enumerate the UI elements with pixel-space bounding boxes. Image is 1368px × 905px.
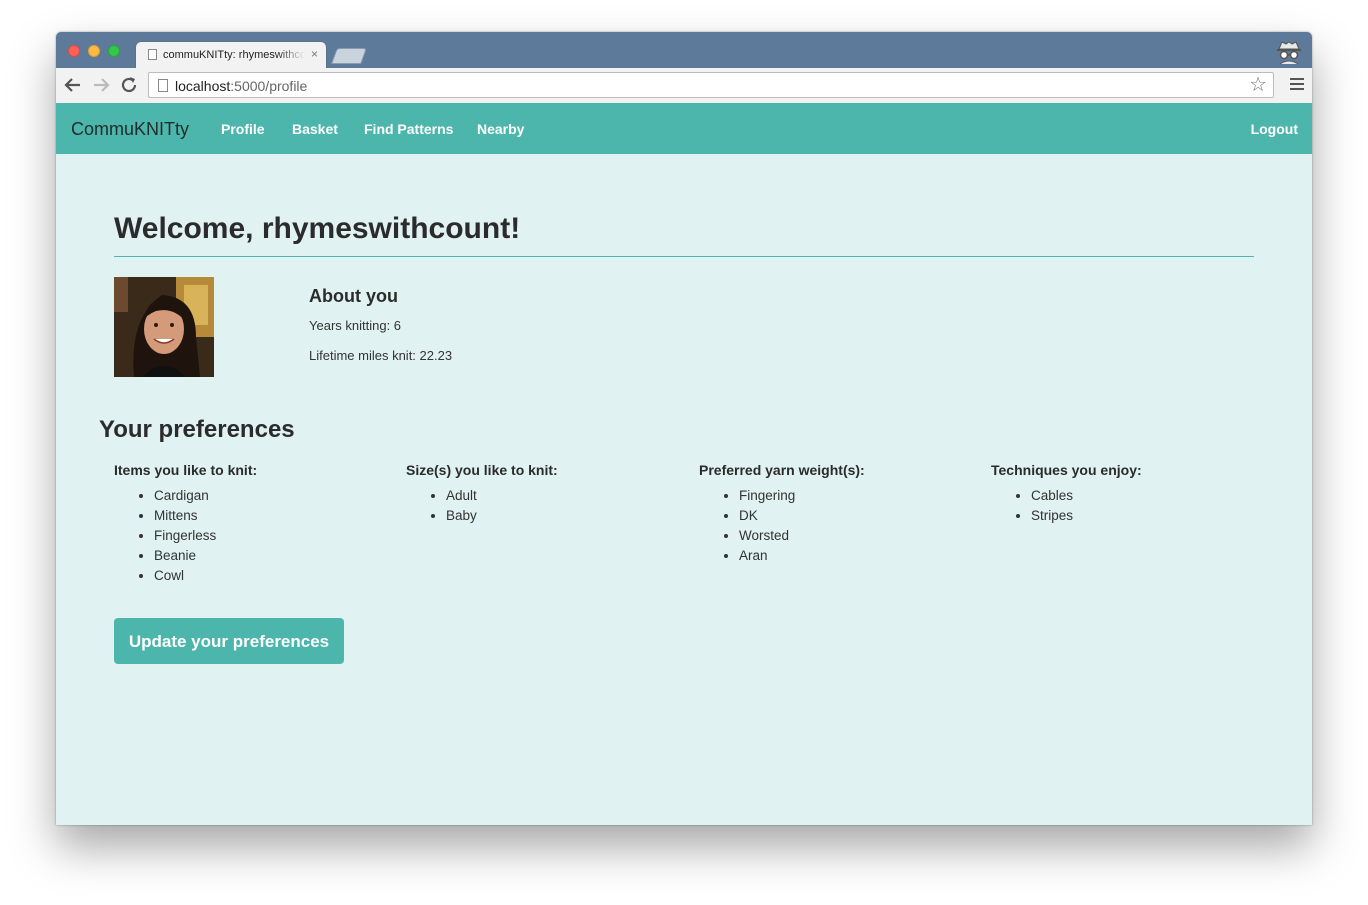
list-item: Beanie bbox=[154, 546, 394, 566]
zoom-window-button[interactable] bbox=[108, 45, 120, 57]
sizes-heading: Size(s) you like to knit: bbox=[406, 462, 558, 478]
url-path: :5000/profile bbox=[230, 78, 308, 94]
browser-window: commuKNITty: rhymeswithcount × bbox=[56, 32, 1312, 825]
tab-title: commuKNITty: rhymeswithcount bbox=[163, 49, 305, 61]
list-item: Baby bbox=[446, 506, 686, 526]
avatar bbox=[114, 277, 214, 377]
list-item: Worsted bbox=[739, 526, 979, 546]
items-list: Cardigan Mittens Fingerless Beanie Cowl bbox=[114, 486, 394, 586]
lifetime-miles: Lifetime miles knit: 22.23 bbox=[309, 348, 453, 363]
forward-arrow-icon[interactable] bbox=[90, 74, 112, 96]
list-item: Cables bbox=[1031, 486, 1271, 506]
yarn-weights-heading: Preferred yarn weight(s): bbox=[699, 462, 865, 478]
browser-tab[interactable]: commuKNITty: rhymeswithcount × bbox=[136, 42, 326, 68]
years-knitting: Years knitting: 6 bbox=[309, 318, 402, 333]
logout-link[interactable]: Logout bbox=[1251, 121, 1298, 137]
brand-link[interactable]: CommuKNITty bbox=[71, 119, 189, 140]
list-item: Fingerless bbox=[154, 526, 394, 546]
new-tab-button[interactable] bbox=[331, 48, 367, 64]
nav-find-patterns-link[interactable]: Find Patterns bbox=[364, 121, 453, 137]
items-heading: Items you like to knit: bbox=[114, 462, 258, 478]
url-host: localhost bbox=[175, 78, 231, 94]
incognito-icon bbox=[1274, 38, 1304, 65]
list-item: Cowl bbox=[154, 566, 394, 586]
list-item: Stripes bbox=[1031, 506, 1271, 526]
sizes-column: Size(s) you like to knit: Adult Baby bbox=[406, 462, 686, 526]
yarn-weights-list: Fingering DK Worsted Aran bbox=[699, 486, 979, 566]
update-preferences-button[interactable]: Update your preferences bbox=[114, 618, 344, 664]
minimize-window-button[interactable] bbox=[88, 45, 100, 57]
items-column: Items you like to knit: Cardigan Mittens… bbox=[114, 462, 394, 586]
techniques-list: Cables Stripes bbox=[991, 486, 1271, 526]
reload-icon[interactable] bbox=[118, 74, 140, 96]
browser-toolbar: localhost:5000/profile ☆ bbox=[56, 68, 1312, 104]
list-item: Mittens bbox=[154, 506, 394, 526]
url-text[interactable]: localhost:5000/profile bbox=[175, 78, 307, 94]
title-divider bbox=[114, 256, 1254, 257]
list-item: Fingering bbox=[739, 486, 979, 506]
page-icon bbox=[148, 49, 157, 60]
list-item: Adult bbox=[446, 486, 686, 506]
techniques-column: Techniques you enjoy: Cables Stripes bbox=[991, 462, 1271, 526]
list-item: Cardigan bbox=[154, 486, 394, 506]
preferences-heading: Your preferences bbox=[99, 416, 295, 443]
tab-close-icon[interactable]: × bbox=[311, 47, 318, 61]
tab-bar: commuKNITty: rhymeswithcount × bbox=[56, 32, 1312, 68]
nav-basket-link[interactable]: Basket bbox=[292, 121, 338, 137]
address-bar[interactable]: localhost:5000/profile ☆ bbox=[148, 72, 1274, 98]
yarn-weights-column: Preferred yarn weight(s): Fingering DK W… bbox=[699, 462, 979, 566]
close-window-button[interactable] bbox=[68, 45, 80, 57]
back-arrow-icon[interactable] bbox=[62, 74, 84, 96]
list-item: Aran bbox=[739, 546, 979, 566]
bookmark-star-icon[interactable]: ☆ bbox=[1249, 74, 1267, 96]
nav-nearby-link[interactable]: Nearby bbox=[477, 121, 524, 137]
page-title: Welcome, rhymeswithcount! bbox=[114, 212, 521, 245]
nav-profile-link[interactable]: Profile bbox=[221, 121, 265, 137]
page-icon bbox=[158, 79, 168, 92]
list-item: DK bbox=[739, 506, 979, 526]
about-heading: About you bbox=[309, 286, 398, 306]
menu-icon[interactable] bbox=[1290, 76, 1304, 94]
techniques-heading: Techniques you enjoy: bbox=[991, 462, 1142, 478]
site-navbar: CommuKNITty Profile Basket Find Patterns… bbox=[56, 103, 1312, 154]
sizes-list: Adult Baby bbox=[406, 486, 686, 526]
